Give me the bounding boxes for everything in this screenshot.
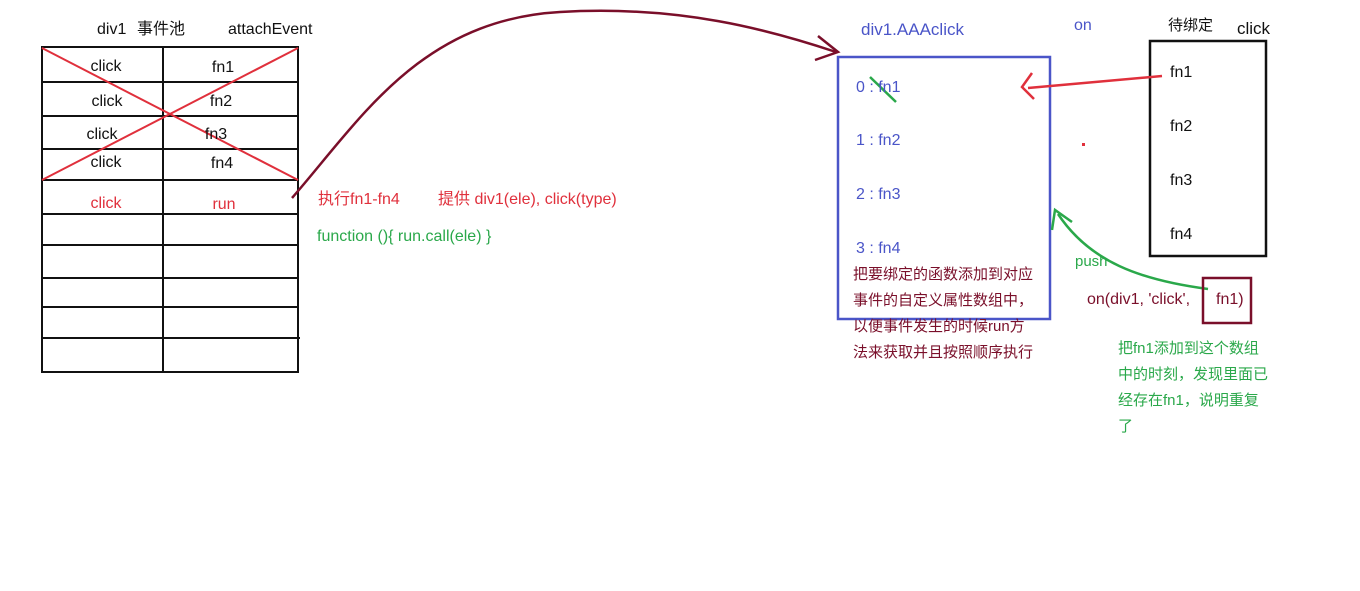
pending-item-4: fn4 xyxy=(1170,226,1193,243)
pool-row-3-type: click xyxy=(86,126,118,143)
array-note-line-3: 以便事件发生的时候run方 xyxy=(853,318,1025,335)
pool-row-2-type: click xyxy=(91,93,123,110)
array-title: div1.AAAclick xyxy=(861,20,964,39)
array-note-line-1: 把要绑定的函数添加到对应 xyxy=(853,266,1034,283)
array-note-line-4: 法来获取并且按照顺序执行 xyxy=(853,344,1034,361)
pending-item-2: fn2 xyxy=(1170,118,1193,135)
pool-row-3-fn: fn3 xyxy=(204,126,228,143)
duplicate-note-line-1: 把fn1添加到这个数组 xyxy=(1118,340,1259,357)
duplicate-note-line-4: 了 xyxy=(1118,418,1134,435)
pending-item-3: fn3 xyxy=(1170,172,1193,189)
pending-title: 待绑定 xyxy=(1168,17,1214,34)
pending-event: click xyxy=(1237,19,1271,38)
duplicate-note-line-2: 中的时刻，发现里面已 xyxy=(1118,366,1269,383)
push-label: push xyxy=(1075,253,1108,270)
execute-arrow xyxy=(291,9,837,199)
array-item-3: 3 : fn4 xyxy=(856,240,901,257)
pending-box-frame xyxy=(1148,39,1268,258)
array-note: 把要绑定的函数添加到对应 事件的自定义属性数组中， 以便事件发生的时候run方 … xyxy=(853,262,1053,366)
pool-row-5-type: click xyxy=(90,195,122,212)
provide-label: 提供 div1(ele), click(type) xyxy=(438,191,617,208)
pool-row-5-fn: run xyxy=(212,196,236,213)
stray-dot xyxy=(1082,143,1085,146)
duplicate-note-line-3: 经存在fn1，说明重复 xyxy=(1118,392,1259,409)
pool-row-4-type: click xyxy=(90,154,122,171)
bind-arrow-head xyxy=(1020,72,1035,100)
function-label: function (){ run.call(ele) } xyxy=(317,228,492,245)
bind-arrow xyxy=(1027,74,1163,90)
pool-row-1-fn: fn1 xyxy=(211,59,235,76)
pool-row-2-fn: fn2 xyxy=(209,93,233,110)
on-call-prefix: on(div1, 'click', xyxy=(1087,291,1191,308)
array-item-1: 1 : fn2 xyxy=(856,132,901,149)
array-item-0: 0 : fn1 xyxy=(856,79,901,96)
duplicate-note: 把fn1添加到这个数组 中的时刻，发现里面已 经存在fn1，说明重复 了 xyxy=(1118,336,1298,440)
on-label: on xyxy=(1074,17,1092,34)
array-note-line-2: 事件的自定义属性数组中， xyxy=(853,292,1034,309)
pool-header-div: div1 xyxy=(97,21,127,38)
pool-row-1-type: click xyxy=(90,58,122,75)
pool-header-pool: 事件池 xyxy=(137,21,186,38)
pool-row-4-fn: fn4 xyxy=(210,155,234,172)
execute-label: 执行fn1-fn4 xyxy=(318,191,400,208)
pending-item-1: fn1 xyxy=(1170,64,1193,81)
on-call-fn: fn1) xyxy=(1216,291,1244,308)
pool-header-api: attachEvent xyxy=(228,21,313,38)
array-item-2: 2 : fn3 xyxy=(856,186,901,203)
